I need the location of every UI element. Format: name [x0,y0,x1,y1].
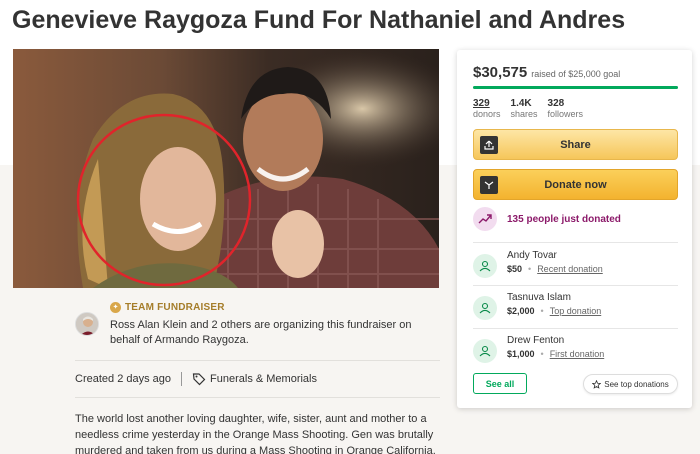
divider [473,285,678,286]
donor-name: Tasnuva Islam [507,292,571,303]
donate-icon [480,176,498,194]
stat-shares: 1.4K shares [511,98,538,119]
heart-hand-icon [473,254,497,278]
heart-hand-icon [473,339,497,363]
share-label: Share [560,138,591,151]
campaign-meta: Created 2 days ago Funerals & Memorials [75,372,317,386]
donate-label: Donate now [544,178,607,191]
story-text: The world lost another loving daughter, … [75,413,436,454]
tag-icon [192,373,206,386]
donation-type-link[interactable]: Top donation [550,306,602,316]
recent-donations-notice: 135 people just donated [473,207,621,231]
donation-amount: $1,000 [507,349,535,359]
donor-item: Andy Tovar $50 • Recent donation [473,250,678,278]
donation-type-link[interactable]: Recent donation [537,264,603,274]
donation-amount: $2,000 [507,306,535,316]
stat-followers: 328 followers [548,98,584,119]
heart-hand-icon [473,296,497,320]
stat-label: shares [510,109,538,119]
stat-label: donors [473,109,501,119]
upload-icon [480,136,498,154]
meta-separator [181,372,183,386]
see-top-donations-button[interactable]: See top donations [583,374,678,394]
divider [75,397,440,398]
trend-up-icon [473,207,497,231]
donor-name: Andy Tovar [507,250,557,261]
amount-raised: $30,575 raised of $25,000 goal [473,64,620,81]
donation-amount: $50 [507,264,523,274]
bullet: • [540,349,544,359]
organizer-description: Ross Alan Klein and 2 others are organiz… [110,319,412,346]
star-icon [592,379,602,389]
organizer-avatar[interactable] [75,312,99,336]
campaign-photo [13,49,439,288]
donation-sidebar-card: $30,575 raised of $25,000 goal 329 donor… [457,50,692,408]
donor-name: Drew Fenton [507,335,565,346]
progress-bar [473,86,678,89]
page-title: Genevieve Raygoza Fund For Nathaniel and… [12,6,626,34]
progress-fill [473,86,678,89]
divider [473,242,678,243]
stat-number: 328 [547,98,565,109]
category-link[interactable]: Funerals & Memorials [210,373,317,385]
stat-donors[interactable]: 329 donors [473,98,501,119]
see-top-label: See top donations [604,379,669,389]
donor-item: Tasnuva Islam $2,000 • Top donation [473,292,678,320]
donation-type-link[interactable]: First donation [550,349,605,359]
stat-label: followers [547,109,584,119]
donor-item: Drew Fenton $1,000 • First donation [473,335,678,363]
see-all-button[interactable]: See all [473,373,527,394]
bullet: • [528,264,532,274]
divider [473,328,678,329]
created-date: Created 2 days ago [75,373,172,385]
divider [75,360,440,361]
team-icon: ✦ [110,302,121,313]
raised-amount: $30,575 [473,64,528,81]
share-button[interactable]: Share [473,129,678,160]
stats-row: 329 donors 1.4K shares 328 followers [473,98,583,119]
bullet: • [540,306,544,316]
stat-number: 329 [473,98,490,109]
team-fundraiser-label: TEAM FUNDRAISER [125,302,225,313]
stat-number: 1.4K [510,98,532,109]
donate-now-button[interactable]: Donate now [473,169,678,200]
recent-donations-text: 135 people just donated [507,213,621,225]
goal-text: raised of $25,000 goal [531,69,621,79]
team-fundraiser-badge: ✦ TEAM FUNDRAISER [110,302,225,313]
